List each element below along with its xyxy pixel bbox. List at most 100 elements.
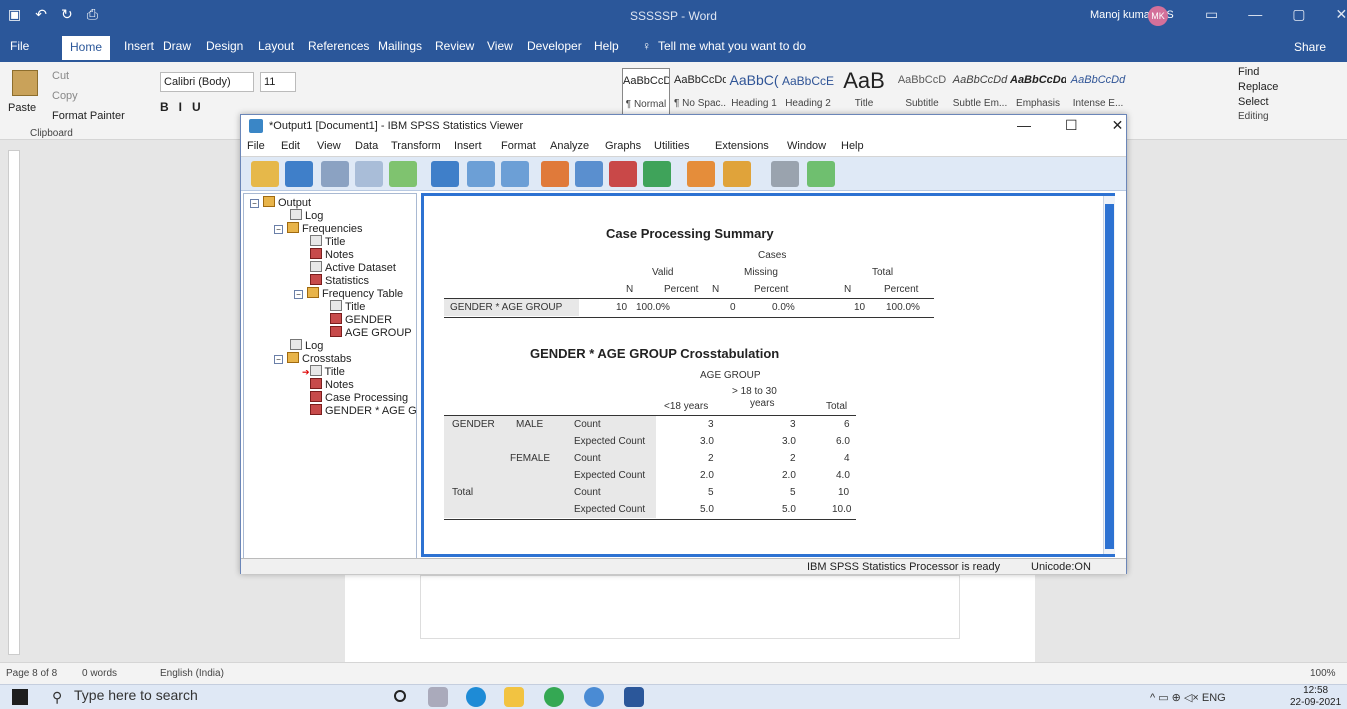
word-taskbar-icon[interactable] — [624, 687, 644, 707]
font-size-dropdown[interactable]: 11 — [260, 72, 296, 92]
font-name-dropdown[interactable]: Calibri (Body) — [160, 72, 254, 92]
windows-start-icon[interactable] — [12, 689, 28, 705]
save-icon[interactable] — [285, 161, 313, 187]
spss-close-icon[interactable]: ✕ — [1112, 117, 1124, 134]
outline-item-notes[interactable]: Notes — [310, 378, 354, 391]
find-button[interactable]: Find — [1238, 66, 1338, 78]
minimize-icon[interactable]: — — [1248, 6, 1262, 23]
tab-home[interactable]: Home — [62, 36, 111, 60]
zoom-level[interactable]: 100% — [1310, 668, 1336, 679]
outline-item-statistics[interactable]: Statistics — [310, 274, 369, 287]
collapse-icon[interactable]: − — [294, 290, 303, 299]
collapse-icon[interactable]: − — [274, 355, 283, 364]
outline-item-active-dataset[interactable]: Active Dataset — [310, 261, 396, 274]
menu-data[interactable]: Data — [355, 140, 378, 152]
style-subtitle[interactable]: AaBbCcD Subtitle — [894, 68, 950, 118]
print-preview-icon[interactable] — [355, 161, 383, 187]
goto-variable-icon[interactable] — [609, 161, 637, 187]
recall-dialog-icon[interactable] — [431, 161, 459, 187]
close-icon[interactable]: ✕ — [1335, 6, 1347, 23]
menu-format[interactable]: Format — [501, 140, 536, 152]
chrome-icon[interactable] — [544, 687, 564, 707]
spss-taskbar-icon[interactable] — [584, 687, 604, 707]
outline-item-output[interactable]: − Output — [250, 196, 311, 209]
output-outline-pane[interactable]: − Output Log − Frequencies Title Notes Act… — [243, 193, 417, 560]
menu-view[interactable]: View — [317, 140, 341, 152]
outline-item-age-group[interactable]: AGE GROUP — [330, 326, 412, 339]
spss-maximize-icon[interactable]: ☐ — [1065, 117, 1078, 134]
outline-item-case-processing[interactable]: Case Processing — [310, 391, 408, 404]
scrollbar-thumb[interactable] — [1105, 204, 1114, 549]
outline-item-crosstab[interactable]: GENDER * AGE G — [310, 404, 417, 417]
open-icon[interactable] — [251, 161, 279, 187]
outline-item-gender[interactable]: GENDER — [330, 313, 392, 326]
variables-icon[interactable] — [643, 161, 671, 187]
tab-review[interactable]: Review — [435, 39, 474, 53]
goto-data-icon[interactable] — [541, 161, 569, 187]
spss-minimize-icon[interactable]: — — [1017, 117, 1031, 134]
promote-icon[interactable] — [723, 161, 751, 187]
taskbar-search[interactable]: ⚲ Type here to search — [44, 687, 364, 708]
outline-item-log[interactable]: Log — [290, 339, 323, 352]
tab-draw[interactable]: Draw — [163, 39, 191, 53]
menu-extensions[interactable]: Extensions — [715, 140, 769, 152]
menu-help[interactable]: Help — [841, 140, 864, 152]
print-icon[interactable] — [321, 161, 349, 187]
paste-button[interactable]: Paste — [8, 102, 36, 114]
paste-icon[interactable] — [12, 70, 38, 96]
insert-output-icon[interactable] — [687, 161, 715, 187]
copy-button[interactable]: Copy — [52, 90, 78, 102]
crosstab-title[interactable]: GENDER * AGE GROUP Crosstabulation — [530, 346, 779, 361]
style-intense-emphasis[interactable]: AaBbCcDd Intense E... — [1070, 68, 1126, 118]
style-emphasis[interactable]: AaBbCcDd Emphasis — [1010, 68, 1066, 118]
redo-icon[interactable] — [501, 161, 529, 187]
outline-item-notes[interactable]: Notes — [310, 248, 354, 261]
cut-button[interactable]: Cut — [52, 70, 69, 82]
clock[interactable]: 12:58 22-09-2021 — [1290, 685, 1341, 709]
edge-icon[interactable] — [466, 687, 486, 707]
undo-icon[interactable] — [467, 161, 495, 187]
tell-me-box[interactable]: Tell me what you want to do — [658, 39, 806, 53]
tab-design[interactable]: Design — [206, 39, 243, 53]
language-status[interactable]: English (India) — [160, 668, 224, 679]
font-format-buttons[interactable]: BIU — [160, 100, 211, 114]
menu-utilities[interactable]: Utilities — [654, 140, 689, 152]
tab-view[interactable]: View — [487, 39, 513, 53]
style-heading-1[interactable]: AaBbC(Heading 1 — [728, 68, 780, 118]
select-button[interactable]: Select — [1238, 96, 1338, 108]
style-normal[interactable]: AaBbCcDd¶ Normal — [622, 68, 670, 118]
file-explorer-icon[interactable] — [504, 687, 524, 707]
tab-file[interactable]: File — [10, 39, 29, 53]
word-count[interactable]: 0 words — [82, 668, 117, 679]
ribbon-display-icon[interactable]: ▭ — [1205, 6, 1218, 23]
style-no-spacing[interactable]: AaBbCcDd ¶ No Spac... — [674, 68, 726, 118]
content-vertical-scrollbar[interactable] — [1103, 196, 1115, 554]
style-subtle-emphasis[interactable]: AaBbCcDd Subtle Em... — [952, 68, 1008, 118]
outline-item-frequency-table[interactable]: − Frequency Table — [294, 287, 403, 300]
outline-item-frequencies[interactable]: − Frequencies — [274, 222, 363, 235]
system-tray[interactable]: ^ ▭ ⊕ ◁× ENG — [1150, 691, 1226, 704]
collapse-icon[interactable]: − — [250, 199, 259, 208]
tab-help[interactable]: Help — [594, 39, 619, 53]
designate-window-icon[interactable] — [807, 161, 835, 187]
goto-case-icon[interactable] — [575, 161, 603, 187]
outline-item-title-selected[interactable]: ➔ Title — [302, 365, 345, 378]
collapse-icon[interactable]: − — [274, 225, 283, 234]
menu-transform[interactable]: Transform — [391, 140, 441, 152]
menu-insert[interactable]: Insert — [454, 140, 482, 152]
maximize-icon[interactable]: ▢ — [1292, 6, 1305, 23]
export-icon[interactable] — [389, 161, 417, 187]
menu-window[interactable]: Window — [787, 140, 826, 152]
output-content-pane[interactable]: Case Processing Summary Cases Valid Miss… — [421, 193, 1115, 557]
tab-mailings[interactable]: Mailings — [378, 39, 422, 53]
style-heading-2[interactable]: AaBbCcE Heading 2 — [782, 68, 834, 118]
hide-icon[interactable] — [771, 161, 799, 187]
outline-item-log[interactable]: Log — [290, 209, 323, 222]
style-title[interactable]: AaB Title — [838, 68, 890, 118]
avatar[interactable]: MK — [1148, 6, 1168, 26]
page-count[interactable]: Page 8 of 8 — [6, 668, 57, 679]
outline-item-title[interactable]: Title — [330, 300, 365, 313]
menu-analyze[interactable]: Analyze — [550, 140, 589, 152]
outline-item-title[interactable]: Title — [310, 235, 345, 248]
tab-references[interactable]: References — [308, 39, 369, 53]
